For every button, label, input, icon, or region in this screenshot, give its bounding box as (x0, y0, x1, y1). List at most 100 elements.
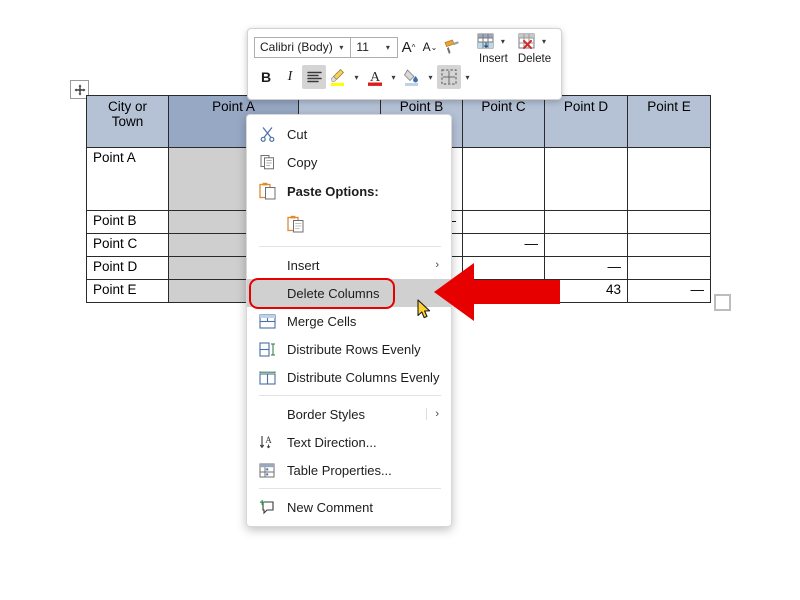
menu-separator (259, 395, 441, 396)
copy-glyph (260, 154, 275, 170)
paste-icon (247, 176, 287, 206)
italic-label: I (288, 69, 293, 85)
grow-font-label: A (402, 39, 412, 56)
format-painter-glyph (443, 39, 460, 55)
chevron-down-icon[interactable]: ▾ (387, 65, 400, 89)
paste-keep-formatting-icon[interactable] (287, 206, 327, 242)
menu-item-label: Text Direction... (287, 435, 443, 450)
chevron-down-icon[interactable]: ▾ (424, 65, 437, 89)
row-label[interactable]: Point B (87, 211, 169, 234)
cell-e[interactable] (628, 257, 711, 280)
menu-item-label: Table Properties... (287, 463, 443, 478)
mini-floating-toolbar: Calibri (Body) ▾ 11 ▾ A^ A⌄ (247, 28, 562, 100)
menu-header-label: Paste Options: (287, 184, 443, 199)
distribute-columns-icon (247, 363, 287, 391)
text-direction-glyph: A (259, 434, 275, 450)
font-color-glyph: A (366, 67, 384, 87)
cell-d[interactable] (545, 211, 628, 234)
chevron-right-icon: › (426, 408, 443, 420)
row-label[interactable]: Point A (87, 148, 169, 211)
chevron-down-icon[interactable]: ▾ (350, 65, 363, 89)
cell-e[interactable]: — (628, 280, 711, 303)
row-label[interactable]: Point E (87, 280, 169, 303)
cell-e[interactable] (628, 234, 711, 257)
distribute-rows-icon (247, 335, 287, 363)
grow-font-button[interactable]: A^ (398, 35, 419, 59)
cell-d[interactable] (545, 234, 628, 257)
cursor-arrow-icon (417, 299, 433, 321)
table-properties-glyph (259, 463, 275, 478)
shrink-font-label: A (423, 40, 431, 54)
menu-item-distribute-columns[interactable]: Distribute Columns Evenly (247, 363, 451, 391)
bold-label: B (261, 69, 271, 85)
borders-icon[interactable] (437, 65, 461, 89)
cell-e[interactable] (628, 148, 711, 211)
cell-c[interactable]: — (463, 234, 545, 257)
menu-item-distribute-rows[interactable]: Distribute Rows Evenly (247, 335, 451, 363)
paste-options-row (247, 206, 451, 242)
menu-header-paste-options: Paste Options: (247, 176, 451, 206)
table-resize-handle[interactable] (714, 294, 731, 311)
menu-item-text-direction[interactable]: A Text Direction... (247, 428, 451, 456)
distribute-rows-glyph (259, 342, 276, 357)
menu-item-copy[interactable]: Copy (247, 148, 451, 176)
paste-keep-formatting-glyph (287, 215, 304, 233)
distribute-columns-glyph (259, 370, 276, 385)
menu-item-label: New Comment (287, 500, 443, 515)
text-highlight-icon[interactable] (326, 65, 350, 89)
menu-item-label: Insert (287, 258, 435, 273)
highlight-glyph (329, 67, 347, 87)
format-painter-icon[interactable] (441, 35, 462, 59)
menu-item-label: Cut (287, 127, 443, 142)
menu-item-new-comment[interactable]: New Comment (247, 493, 451, 521)
row-label[interactable]: Point D (87, 257, 169, 280)
red-arrow-annotation (432, 261, 562, 323)
cell-e[interactable] (628, 211, 711, 234)
font-size-combo[interactable]: 11 ▾ (350, 37, 397, 58)
cell-c[interactable] (463, 148, 545, 211)
document-canvas: City or Town Point A Point B Point C Poi… (0, 0, 800, 600)
insert-table-group[interactable]: ▾ Insert (473, 28, 514, 66)
menu-item-table-properties[interactable]: Table Properties... (247, 456, 451, 484)
menu-item-label: Distribute Rows Evenly (287, 342, 443, 357)
menu-item-label: Copy (287, 155, 443, 170)
mouse-cursor (417, 299, 433, 321)
italic-button[interactable]: I (278, 65, 302, 89)
new-comment-icon (247, 493, 287, 521)
header-cell-point-e[interactable]: Point E (628, 96, 711, 148)
insert-label: Insert (479, 54, 508, 66)
menu-separator (259, 488, 441, 489)
menu-item-border-styles[interactable]: Border Styles › (247, 400, 451, 428)
scissors-glyph (260, 126, 275, 142)
cell-c[interactable] (463, 211, 545, 234)
merge-cells-icon (247, 307, 287, 335)
arrow-left-icon (432, 261, 562, 323)
scissors-icon (247, 120, 287, 148)
menu-item-insert[interactable]: Insert › (247, 251, 451, 279)
align-icon[interactable] (302, 65, 326, 89)
menu-item-cut[interactable]: Cut (247, 120, 451, 148)
header-cell-city[interactable]: City or Town (87, 96, 169, 148)
font-name-value: Calibri (Body) (260, 40, 333, 54)
menu-item-label: Border Styles (287, 407, 426, 422)
font-name-combo[interactable]: Calibri (Body) ▾ (254, 37, 351, 58)
chevron-down-icon[interactable]: ▾ (381, 43, 395, 52)
svg-text:A: A (265, 435, 272, 445)
shrink-font-button[interactable]: A⌄ (419, 35, 440, 59)
cell-d[interactable] (545, 148, 628, 211)
shading-icon[interactable] (400, 65, 424, 89)
menu-separator (259, 246, 441, 247)
insert-row-icon (477, 33, 496, 50)
chevron-down-icon[interactable]: ▾ (537, 29, 550, 53)
row-label[interactable]: Point C (87, 234, 169, 257)
header-cell-point-c[interactable]: Point C (463, 96, 545, 148)
chevron-down-icon[interactable]: ▾ (334, 43, 348, 52)
delete-table-group[interactable]: ▾ Delete (514, 28, 555, 66)
bold-button[interactable]: B (254, 65, 278, 89)
font-color-icon[interactable]: A (363, 65, 387, 89)
merge-cells-glyph (259, 314, 276, 329)
header-cell-point-d[interactable]: Point D (545, 96, 628, 148)
chevron-down-icon[interactable]: ▾ (496, 29, 509, 53)
move-icon (74, 84, 86, 96)
chevron-down-icon[interactable]: ▾ (461, 65, 474, 89)
